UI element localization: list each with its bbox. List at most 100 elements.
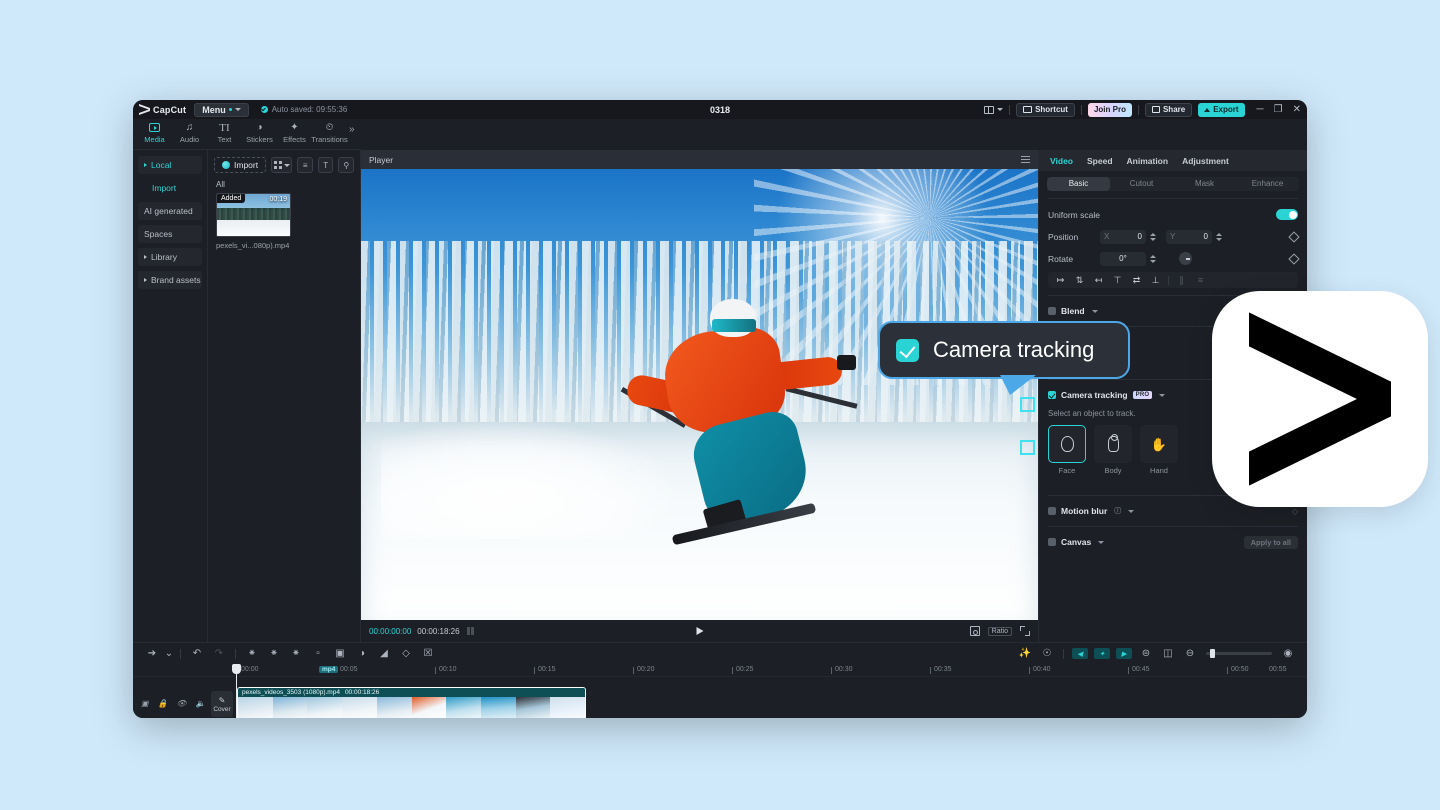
timeline-ruler[interactable]: 00:00 mp4 00:05 00:10 00:15 00:20 00:25 … xyxy=(133,664,1307,677)
player-canvas[interactable] xyxy=(361,169,1038,620)
blend-checkbox[interactable] xyxy=(1048,307,1056,315)
distribute-horizontal-icon[interactable]: ∥ xyxy=(1172,272,1191,288)
rotate-stepper[interactable] xyxy=(1149,252,1157,266)
align-top-icon[interactable]: ⊤ xyxy=(1108,272,1127,288)
sort-button[interactable]: ≡ xyxy=(297,157,313,173)
rotate-dial[interactable] xyxy=(1179,252,1192,265)
tab-adjustment[interactable]: Adjustment xyxy=(1182,156,1229,166)
hamburger-icon[interactable] xyxy=(1021,156,1030,163)
select-tool-icon[interactable]: ➔ xyxy=(141,645,163,662)
export-button[interactable]: Export xyxy=(1198,102,1245,117)
cover-button[interactable]: ✎ Cover xyxy=(211,691,233,717)
position-y-field[interactable]: Y 0 xyxy=(1166,229,1212,244)
position-x-field[interactable]: X 0 xyxy=(1100,229,1146,244)
tab-effects[interactable]: ✦ Effects xyxy=(277,122,312,144)
sidebar-item-brand-assets[interactable]: Brand assets xyxy=(138,271,202,289)
crop-icon[interactable]: ☒ xyxy=(417,645,439,662)
uniform-scale-toggle[interactable] xyxy=(1276,209,1298,220)
tracking-option-face[interactable] xyxy=(1048,425,1086,463)
tab-transitions[interactable]: ⏲ Transitions xyxy=(311,122,347,144)
mute-icon[interactable]: 🔈 xyxy=(196,699,206,708)
keyframe-add-icon[interactable]: ✦ xyxy=(1091,645,1113,662)
auto-captions-icon[interactable]: ✨ xyxy=(1014,645,1036,662)
subtab-enhance[interactable]: Enhance xyxy=(1236,177,1299,191)
split-icon[interactable]: ⁕ xyxy=(241,645,263,662)
align-left-icon[interactable]: ↦ xyxy=(1051,272,1070,288)
info-icon[interactable]: ⓘ xyxy=(1114,506,1121,516)
timeline-clip[interactable]: pexels_videos_3503 (1080p).mp4 00:00:18:… xyxy=(237,687,586,718)
record-voiceover-icon[interactable]: ☉ xyxy=(1036,645,1058,662)
tab-text[interactable]: TI Text xyxy=(207,122,242,145)
zoom-out-icon[interactable]: ⊖ xyxy=(1179,645,1201,662)
position-keyframe-button[interactable] xyxy=(1288,230,1300,243)
more-tabs-button[interactable]: » xyxy=(349,124,355,135)
undo-icon[interactable]: ↶ xyxy=(186,645,208,662)
import-button[interactable]: Import xyxy=(214,157,267,173)
sidebar-item-import[interactable]: Import xyxy=(138,179,202,197)
tab-stickers[interactable]: ◑ Stickers xyxy=(242,122,277,144)
align-center-horizontal-icon[interactable]: ⇅ xyxy=(1070,272,1089,288)
tab-video[interactable]: Video xyxy=(1050,156,1073,166)
rotate-field[interactable]: 0° xyxy=(1100,251,1146,266)
tab-audio[interactable]: ♫ Audio xyxy=(172,122,207,144)
link-icon[interactable]: ⊜ xyxy=(1135,645,1157,662)
subtab-cutout[interactable]: Cutout xyxy=(1110,177,1173,191)
trim-left-icon[interactable]: ⁕ xyxy=(263,645,285,662)
sidebar-item-ai-generated[interactable]: AI generated xyxy=(138,202,202,220)
canvas-row[interactable]: Canvas Apply to all xyxy=(1048,534,1298,550)
motion-blur-keyframe[interactable]: ◇ xyxy=(1292,507,1298,516)
tab-animation[interactable]: Animation xyxy=(1127,156,1169,166)
hide-icon[interactable]: 👁 xyxy=(177,699,187,708)
timecode-scrub-icon[interactable] xyxy=(466,627,475,635)
tool-dropdown-caret-icon[interactable]: ⌄ xyxy=(163,645,175,662)
keyframe-next-icon[interactable]: ▶ xyxy=(1113,645,1135,662)
grid-view-button[interactable] xyxy=(271,157,293,173)
playhead[interactable] xyxy=(232,664,241,718)
speed-icon[interactable]: ◑ xyxy=(351,645,373,662)
lock-icon[interactable]: 🔒 xyxy=(158,699,168,708)
position-y-stepper[interactable] xyxy=(1215,230,1223,244)
lock-frame-icon[interactable]: ▣ xyxy=(141,699,149,708)
apply-to-all-button[interactable]: Apply to all xyxy=(1243,535,1298,549)
zoom-fit-icon[interactable]: ◉ xyxy=(1277,645,1299,662)
motion-blur-checkbox[interactable] xyxy=(1048,507,1056,515)
timeline-zoom-slider[interactable] xyxy=(1206,649,1272,658)
ratio-button[interactable]: Ratio xyxy=(987,626,1012,636)
playhead-handle[interactable] xyxy=(232,664,241,674)
tab-media[interactable]: Media xyxy=(137,122,172,144)
tab-speed[interactable]: Speed xyxy=(1087,156,1113,166)
sidebar-item-spaces[interactable]: Spaces xyxy=(138,225,202,243)
share-button[interactable]: Share xyxy=(1144,102,1193,117)
menu-button[interactable]: Menu xyxy=(194,102,249,117)
maximize-button[interactable]: ❐ xyxy=(1274,104,1283,115)
rotate-keyframe-button[interactable] xyxy=(1288,252,1300,265)
distribute-vertical-icon[interactable]: ≡ xyxy=(1191,272,1210,288)
join-pro-button[interactable]: Join Pro xyxy=(1087,102,1132,117)
align-right-icon[interactable]: ↤ xyxy=(1089,272,1108,288)
crop-icon[interactable] xyxy=(969,626,980,636)
type-filter-button[interactable]: T xyxy=(317,157,334,173)
sidebar-item-local[interactable]: Local xyxy=(138,156,202,174)
play-icon[interactable] xyxy=(696,627,703,635)
rotate-icon[interactable]: ◇ xyxy=(395,645,417,662)
minimize-button[interactable]: ─ xyxy=(1257,104,1264,115)
face-tracking-box[interactable] xyxy=(1020,397,1038,455)
search-button[interactable]: ⚲ xyxy=(338,157,355,173)
preview-icon[interactable]: ◫ xyxy=(1157,645,1179,662)
fullscreen-icon[interactable] xyxy=(1020,626,1030,636)
position-x-stepper[interactable] xyxy=(1149,230,1157,244)
media-asset-thumbnail[interactable]: Added 00:19 xyxy=(216,193,291,237)
align-bottom-icon[interactable]: ⊥ xyxy=(1146,272,1165,288)
camera-tracking-checkbox[interactable] xyxy=(1048,391,1056,399)
subtab-mask[interactable]: Mask xyxy=(1173,177,1236,191)
delete-icon[interactable]: ▫ xyxy=(307,645,329,662)
tracking-option-body[interactable] xyxy=(1094,425,1132,463)
redo-icon[interactable]: ↷ xyxy=(208,645,230,662)
tracking-option-hand[interactable]: ✋ xyxy=(1140,425,1178,463)
freeze-icon[interactable]: ▣ xyxy=(329,645,351,662)
trim-right-icon[interactable]: ⁕ xyxy=(285,645,307,662)
mirror-icon[interactable]: ◢ xyxy=(373,645,395,662)
keyframe-prev-icon[interactable]: ◀ xyxy=(1069,645,1091,662)
canvas-checkbox[interactable] xyxy=(1048,538,1056,546)
layout-switch-button[interactable] xyxy=(984,105,1004,114)
